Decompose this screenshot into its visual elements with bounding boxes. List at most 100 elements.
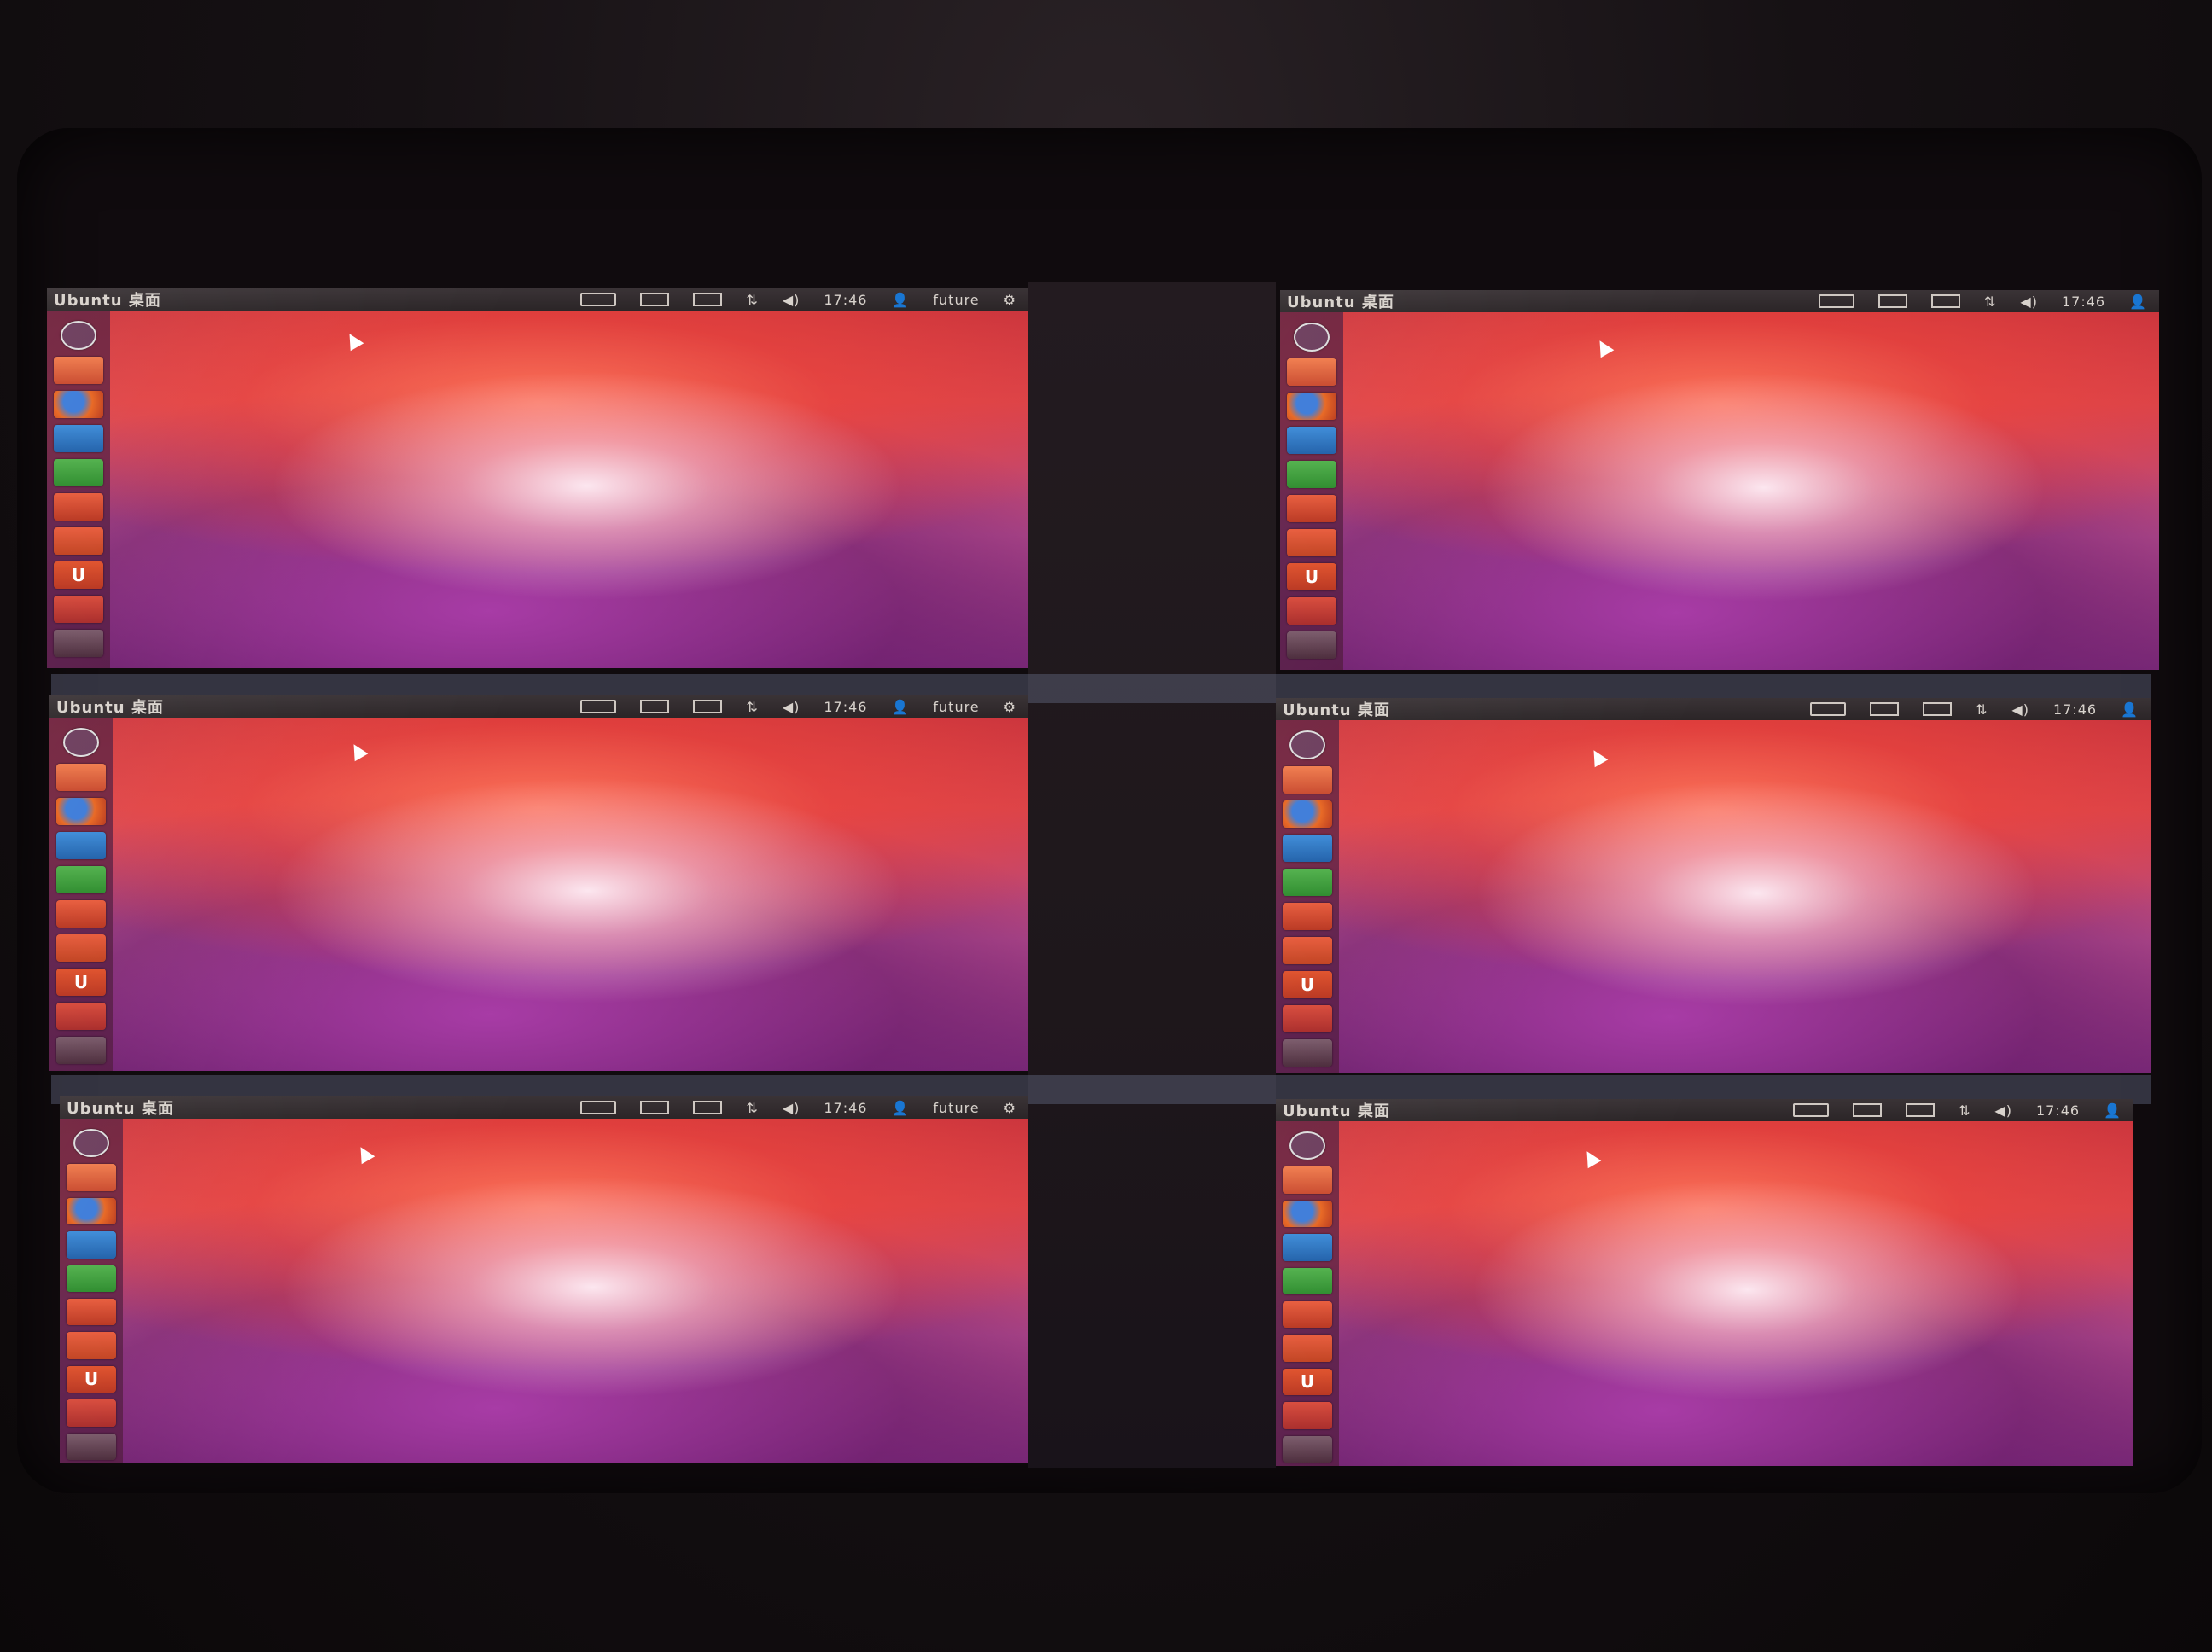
firefox-icon[interactable] [1283, 800, 1332, 828]
keyboard-indicator-icon[interactable] [1793, 1103, 1830, 1117]
libreoffice-impress-icon[interactable] [56, 900, 106, 928]
panel-clock[interactable]: 17:46 [824, 1100, 867, 1116]
libreoffice-writer-icon[interactable] [67, 1231, 116, 1259]
files-icon[interactable] [56, 764, 106, 791]
user-icon[interactable]: 👤 [2104, 1102, 2122, 1119]
libreoffice-writer-icon[interactable] [54, 425, 103, 452]
keyboard-indicator-icon[interactable] [580, 1101, 617, 1114]
software-center-icon[interactable] [54, 527, 103, 555]
software-center-icon[interactable] [1283, 1335, 1332, 1362]
dash-home-icon[interactable] [1289, 730, 1325, 759]
messaging-menu-icon[interactable] [1878, 294, 1908, 308]
volume-icon[interactable]: ◀) [783, 699, 800, 715]
panel-clock[interactable]: 17:46 [824, 292, 867, 308]
battery-icon[interactable] [693, 700, 723, 713]
libreoffice-writer-icon[interactable] [1287, 427, 1336, 454]
panel-title[interactable]: Ubuntu 桌面 [1276, 1099, 1390, 1121]
system-settings-icon[interactable] [1287, 597, 1336, 625]
battery-icon[interactable] [693, 1101, 723, 1114]
system-settings-icon[interactable] [56, 1003, 106, 1030]
keyboard-indicator-icon[interactable] [1819, 294, 1855, 308]
volume-icon[interactable]: ◀) [2011, 701, 2029, 718]
workspace-switcher-icon[interactable] [67, 1433, 116, 1460]
keyboard-indicator-icon[interactable] [1810, 702, 1847, 716]
workspace-switcher-icon[interactable] [56, 1037, 106, 1064]
panel-clock[interactable]: 17:46 [2062, 294, 2105, 310]
libreoffice-writer-icon[interactable] [56, 832, 106, 859]
firefox-icon[interactable] [54, 391, 103, 418]
messaging-menu-icon[interactable] [640, 700, 670, 713]
network-icon[interactable]: ⇅ [1959, 1102, 1970, 1119]
panel-title[interactable]: Ubuntu 桌面 [47, 288, 161, 311]
libreoffice-calc-icon[interactable] [56, 866, 106, 893]
panel-title[interactable]: Ubuntu 桌面 [49, 695, 164, 718]
volume-icon[interactable]: ◀) [783, 292, 800, 308]
panel-title[interactable]: Ubuntu 桌面 [60, 1096, 174, 1119]
ubuntu-one-icon[interactable]: U [1283, 971, 1332, 998]
messaging-menu-icon[interactable] [640, 293, 670, 306]
panel-clock[interactable]: 17:46 [824, 699, 867, 715]
keyboard-indicator-icon[interactable] [580, 700, 617, 713]
libreoffice-writer-icon[interactable] [1283, 1234, 1332, 1261]
libreoffice-calc-icon[interactable] [1283, 1267, 1332, 1294]
ubuntu-one-icon[interactable]: U [1283, 1368, 1332, 1396]
volume-icon[interactable]: ◀) [783, 1100, 800, 1116]
battery-icon[interactable] [1906, 1103, 1936, 1117]
workspace-switcher-icon[interactable] [1283, 1039, 1332, 1067]
ubuntu-one-icon[interactable]: U [56, 969, 106, 996]
user-icon[interactable]: 👤 [2121, 701, 2139, 718]
panel-clock[interactable]: 17:46 [2053, 701, 2097, 718]
system-settings-icon[interactable] [1283, 1005, 1332, 1032]
messaging-menu-icon[interactable] [1853, 1103, 1883, 1117]
files-icon[interactable] [1283, 766, 1332, 794]
system-settings-icon[interactable] [67, 1399, 116, 1427]
libreoffice-calc-icon[interactable] [1287, 461, 1336, 488]
software-center-icon[interactable] [1283, 937, 1332, 964]
workspace-switcher-icon[interactable] [1287, 631, 1336, 659]
messaging-menu-icon[interactable] [1870, 702, 1900, 716]
system-settings-icon[interactable] [1283, 1402, 1332, 1429]
panel-title[interactable]: Ubuntu 桌面 [1276, 698, 1390, 720]
firefox-icon[interactable] [56, 798, 106, 825]
panel-user[interactable]: future [933, 292, 979, 308]
volume-icon[interactable]: ◀) [1994, 1102, 2012, 1119]
session-gear-icon[interactable]: ⚙ [1004, 1100, 1016, 1116]
software-center-icon[interactable] [1287, 529, 1336, 556]
files-icon[interactable] [1287, 358, 1336, 386]
messaging-menu-icon[interactable] [640, 1101, 670, 1114]
dash-home-icon[interactable] [73, 1129, 109, 1158]
dash-home-icon[interactable] [61, 321, 96, 350]
files-icon[interactable] [54, 357, 103, 384]
firefox-icon[interactable] [67, 1197, 116, 1225]
user-icon[interactable]: 👤 [2129, 294, 2147, 310]
dash-home-icon[interactable] [1289, 1131, 1325, 1160]
libreoffice-writer-icon[interactable] [1283, 835, 1332, 862]
user-icon[interactable]: 👤 [891, 1100, 909, 1116]
libreoffice-calc-icon[interactable] [1283, 869, 1332, 896]
workspace-switcher-icon[interactable] [54, 630, 103, 657]
user-icon[interactable]: 👤 [891, 292, 909, 308]
libreoffice-impress-icon[interactable] [1283, 903, 1332, 930]
network-icon[interactable]: ⇅ [746, 292, 758, 308]
battery-icon[interactable] [1931, 294, 1961, 308]
files-icon[interactable] [1283, 1166, 1332, 1194]
libreoffice-impress-icon[interactable] [1283, 1301, 1332, 1329]
user-icon[interactable]: 👤 [891, 699, 909, 715]
files-icon[interactable] [67, 1164, 116, 1191]
ubuntu-one-icon[interactable]: U [54, 561, 103, 589]
ubuntu-one-icon[interactable]: U [67, 1365, 116, 1393]
keyboard-indicator-icon[interactable] [580, 293, 617, 306]
panel-user[interactable]: future [933, 1100, 979, 1116]
libreoffice-impress-icon[interactable] [67, 1299, 116, 1326]
session-gear-icon[interactable]: ⚙ [1004, 699, 1016, 715]
network-icon[interactable]: ⇅ [746, 699, 758, 715]
panel-user[interactable]: future [933, 699, 979, 715]
firefox-icon[interactable] [1283, 1200, 1332, 1228]
session-gear-icon[interactable]: ⚙ [1004, 292, 1016, 308]
ubuntu-one-icon[interactable]: U [1287, 563, 1336, 590]
network-icon[interactable]: ⇅ [746, 1100, 758, 1116]
battery-icon[interactable] [693, 293, 723, 306]
network-icon[interactable]: ⇅ [1984, 294, 1996, 310]
battery-icon[interactable] [1923, 702, 1953, 716]
workspace-switcher-icon[interactable] [1283, 1435, 1332, 1463]
